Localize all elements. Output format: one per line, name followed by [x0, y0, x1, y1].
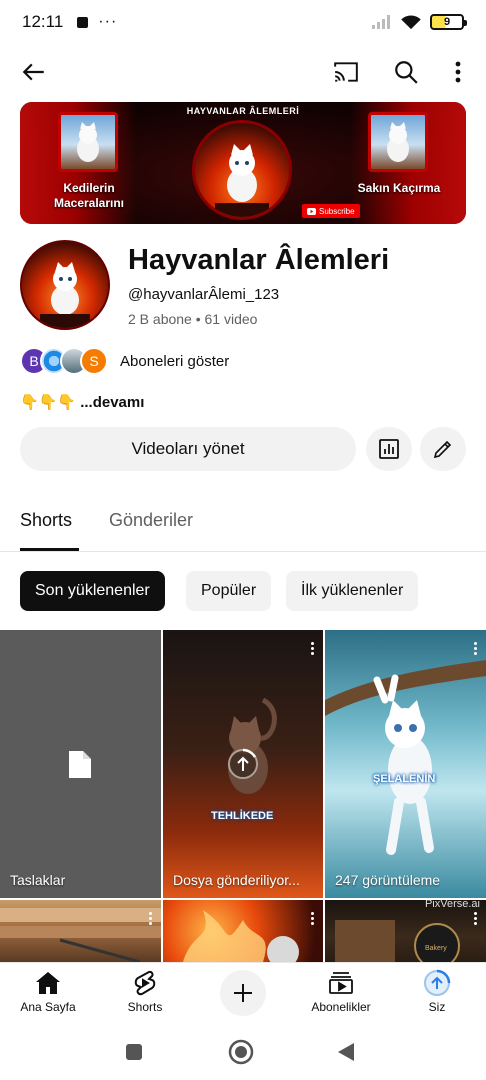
svg-text:Bakery: Bakery — [425, 945, 447, 952]
analytics-icon — [379, 439, 399, 459]
short-more-button[interactable] — [309, 642, 315, 655]
nav-home-label: Ana Sayfa — [20, 1000, 76, 1014]
square-icon — [126, 1044, 142, 1060]
nav-shorts-label: Shorts — [127, 1000, 163, 1014]
short-tile-uploading[interactable]: TEHLİKEDE Dosya gönderiliyor... — [163, 630, 323, 898]
short-tile-label: Taslaklar — [10, 872, 66, 888]
thumbnail-image — [183, 910, 299, 962]
chip-popular[interactable]: Popüler — [186, 571, 272, 611]
plus-icon — [234, 984, 252, 1002]
back-button[interactable] — [14, 52, 54, 92]
short-tile[interactable]: Bakery PixVerse.ai — [325, 900, 486, 962]
nav-you[interactable]: Siz — [392, 969, 482, 1014]
thumbnail-image — [0, 908, 161, 962]
analytics-button[interactable] — [366, 427, 412, 471]
watermark-text: PixVerse.ai — [424, 900, 480, 910]
channel-stats: 2 B abone • 61 video — [128, 311, 258, 327]
home-icon — [36, 972, 60, 994]
channel-banner: Kedilerin Maceralarını HAYVANLAR ÂLEMLER… — [20, 102, 466, 224]
arrow-left-icon — [22, 63, 44, 81]
short-more-button[interactable] — [472, 912, 478, 925]
show-subscribers-button[interactable]: B S Aboneleri göster — [20, 345, 229, 377]
channel-avatar[interactable] — [20, 240, 110, 330]
short-more-button[interactable] — [309, 912, 315, 925]
tab-posts[interactable]: Gönderiler — [109, 510, 193, 531]
recents-button[interactable] — [118, 1036, 150, 1068]
status-bar: 12:11 ··· 9 — [0, 0, 486, 44]
channel-handle: @hayvanlarÂlemi_123 — [128, 286, 280, 303]
short-more-button[interactable] — [147, 912, 153, 925]
chip-oldest[interactable]: İlk yüklenenler — [286, 571, 419, 611]
banner-subscribe-text: Subscribe — [319, 206, 355, 216]
short-tile-waterfall[interactable]: ŞELALENİN 247 görüntüleme — [325, 630, 486, 898]
short-overlay-text: TEHLİKEDE — [211, 810, 274, 822]
pencil-icon — [433, 440, 452, 459]
bottom-navigation: Ana Sayfa Shorts Abonelikler Siz — [0, 962, 486, 1024]
channel-tabs: Shorts Gönderiler — [0, 500, 486, 552]
subscriptions-icon — [329, 972, 353, 994]
short-tile-drafts[interactable]: Taslaklar — [0, 630, 161, 898]
battery-level: 9 — [443, 16, 451, 28]
banner-cat-thumbnail-left — [58, 112, 118, 172]
play-icon — [307, 207, 316, 215]
recording-icon — [77, 16, 89, 28]
battery-icon: 9 — [430, 14, 467, 30]
cast-button[interactable] — [326, 52, 366, 92]
create-button[interactable] — [220, 970, 266, 1016]
circle-icon — [228, 1039, 254, 1065]
edit-channel-button[interactable] — [420, 427, 466, 471]
cast-icon — [334, 62, 358, 82]
top-bar — [0, 48, 486, 96]
thumbnail-cat-image — [325, 660, 486, 855]
banner-left-text: Kedilerin Maceralarını — [53, 181, 125, 210]
home-system-button[interactable] — [225, 1036, 257, 1068]
short-tile-label: Dosya gönderiliyor... — [173, 872, 300, 888]
profile-icon — [424, 969, 451, 996]
channel-description[interactable]: 👇👇👇 ...devamı — [20, 393, 144, 411]
chip-latest[interactable]: Son yüklenenler — [20, 571, 165, 611]
short-tile[interactable] — [0, 900, 161, 962]
show-subscribers-label: Aboneleri göster — [120, 352, 230, 370]
banner-arc-title: HAYVANLAR ÂLEMLERİ — [186, 106, 300, 116]
upload-progress-icon — [228, 748, 258, 779]
nav-subscriptions-label: Abonelikler — [311, 1000, 371, 1014]
wifi-icon — [401, 15, 421, 30]
document-icon — [69, 751, 91, 778]
system-navigation-bar — [0, 1024, 486, 1080]
manage-videos-button[interactable]: Videoları yönet — [20, 427, 356, 471]
active-tab-indicator — [20, 548, 79, 551]
more-vert-icon — [455, 61, 461, 83]
back-system-button[interactable] — [330, 1036, 362, 1068]
nav-home[interactable]: Ana Sayfa — [3, 969, 93, 1014]
shorts-icon — [134, 970, 156, 996]
short-overlay-text: ŞELALENİN — [373, 773, 436, 785]
channel-name: Hayvanlar Âlemleri — [128, 244, 390, 276]
triangle-back-icon — [338, 1043, 354, 1061]
subscriber-avatar: S — [80, 347, 108, 375]
short-more-button[interactable] — [472, 642, 478, 655]
banner-cat-thumbnail-right — [368, 112, 428, 172]
search-icon — [395, 61, 418, 84]
short-tile[interactable] — [163, 900, 323, 962]
banner-center-image — [192, 120, 292, 220]
description-text: 👇👇👇 ...devamı — [20, 394, 145, 411]
more-options-button[interactable] — [438, 52, 478, 92]
nav-shorts[interactable]: Shorts — [100, 969, 190, 1014]
more-notifications-icon: ··· — [98, 13, 118, 30]
nav-you-label: Siz — [428, 1000, 446, 1014]
nav-subscriptions[interactable]: Abonelikler — [296, 969, 386, 1014]
status-time: 12:11 — [22, 12, 64, 31]
signal-icon — [372, 15, 390, 29]
search-button[interactable] — [386, 52, 426, 92]
banner-subscribe-badge: Subscribe — [302, 204, 360, 218]
tab-shorts[interactable]: Shorts — [20, 510, 72, 531]
short-tile-label: 247 görüntüleme — [335, 872, 441, 888]
banner-right-text: Sakın Kaçırma — [357, 181, 441, 195]
